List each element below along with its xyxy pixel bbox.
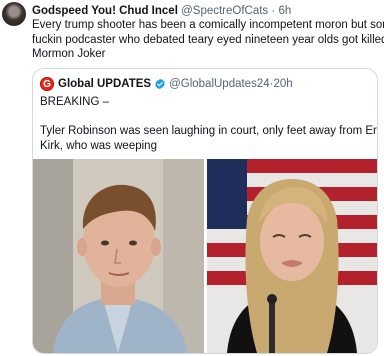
tweet-text-line: Mormon Joker xyxy=(32,48,106,60)
global-updates-logo[interactable]: G xyxy=(40,77,54,91)
tweet-text-line: Every trump shooter has been a comically… xyxy=(32,19,384,31)
header-separator: · xyxy=(271,5,276,17)
media-photo-man-in-court[interactable] xyxy=(33,159,204,353)
tweet-header: Godspeed You! Chud Incel @SpectreOfCats … xyxy=(32,4,291,18)
author-name[interactable]: Godspeed You! Chud Incel xyxy=(32,5,178,17)
quoted-author-handle[interactable]: @GlobalUpdates24 xyxy=(169,78,270,90)
quoted-author-name[interactable]: Global UPDATES xyxy=(58,78,151,90)
quoted-media[interactable] xyxy=(33,159,377,353)
quoted-text-line: Kirk, who was weeping xyxy=(40,139,157,152)
quoted-tweet-header: G Global UPDATES @GlobalUpdates24 · 20h xyxy=(40,76,293,92)
author-handle[interactable]: @SpectreOfCats xyxy=(181,5,268,17)
quoted-timestamp[interactable]: 20h xyxy=(273,78,292,90)
verified-badge-icon xyxy=(155,78,165,90)
tweet-timestamp[interactable]: 6h xyxy=(278,5,291,17)
quoted-tweet[interactable]: G Global UPDATES @GlobalUpdates24 · 20h … xyxy=(32,68,378,354)
media-photo-woman-weeping[interactable] xyxy=(207,159,377,353)
quoted-text-line: Tyler Robinson was seen laughing in cour… xyxy=(40,125,378,137)
author-avatar[interactable] xyxy=(2,2,26,26)
tweet-text: Every trump shooter has been a comically… xyxy=(32,18,384,62)
tweet-card[interactable]: Godspeed You! Chud Incel @SpectreOfCats … xyxy=(0,0,384,356)
quoted-headline: BREAKING – xyxy=(40,96,110,108)
quoted-tweet-text: BREAKING – Tyler Robinson was seen laugh… xyxy=(40,95,378,153)
tweet-text-line: fuckin podcaster who debated teary eyed … xyxy=(32,33,384,46)
